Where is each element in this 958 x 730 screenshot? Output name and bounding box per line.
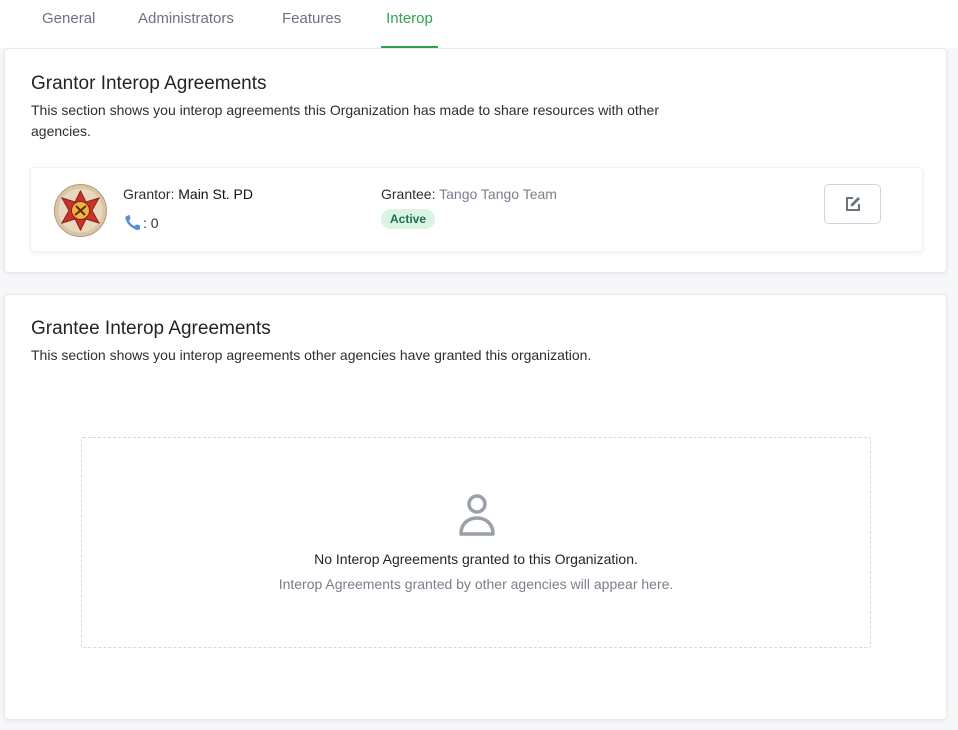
grantee-label: Grantee: — [381, 186, 436, 202]
user-icon — [459, 494, 495, 536]
phone-count: : 0 — [123, 214, 159, 232]
empty-state-subtitle: Interop Agreements granted by other agen… — [278, 576, 674, 592]
empty-state-title: No Interop Agreements granted to this Or… — [314, 551, 638, 567]
grantor-label: Grantor: — [123, 186, 175, 202]
empty-state: No Interop Agreements granted to this Or… — [81, 437, 871, 648]
grantor-name: Main St. PD — [178, 186, 253, 202]
grantee-section-title: Grantee Interop Agreements — [31, 318, 271, 339]
edit-agreement-button[interactable] — [824, 184, 881, 224]
grantor-agreements-card: Grantor Interop Agreements This section … — [4, 48, 947, 273]
fire-department-badge-icon — [54, 184, 107, 237]
grantee-agreements-card: Grantee Interop Agreements This section … — [4, 294, 947, 720]
status-badge: Active — [381, 209, 436, 229]
grantor-section-description: This section shows you interop agreement… — [31, 102, 659, 139]
tab-features[interactable]: Features — [279, 0, 344, 48]
grantee-section-description: This section shows you interop agreement… — [31, 347, 592, 363]
tab-interop[interactable]: Interop — [381, 0, 438, 48]
phone-icon — [125, 215, 140, 231]
tab-general[interactable]: General — [39, 0, 98, 48]
grantee-info: Grantee: Tango Tango Team — [381, 186, 557, 202]
grantor-section-title: Grantor Interop Agreements — [31, 73, 267, 94]
phone-count-value: : 0 — [143, 215, 159, 231]
grantee-name: Tango Tango Team — [439, 186, 557, 202]
tab-bar: General Administrators Features Interop — [0, 0, 958, 48]
tab-administrators[interactable]: Administrators — [135, 0, 237, 48]
agreement-row: Grantor: Main St. PD : 0 Grantee: Tango … — [30, 167, 923, 252]
edit-icon — [845, 197, 860, 211]
grantor-info: Grantor: Main St. PD — [123, 186, 253, 202]
